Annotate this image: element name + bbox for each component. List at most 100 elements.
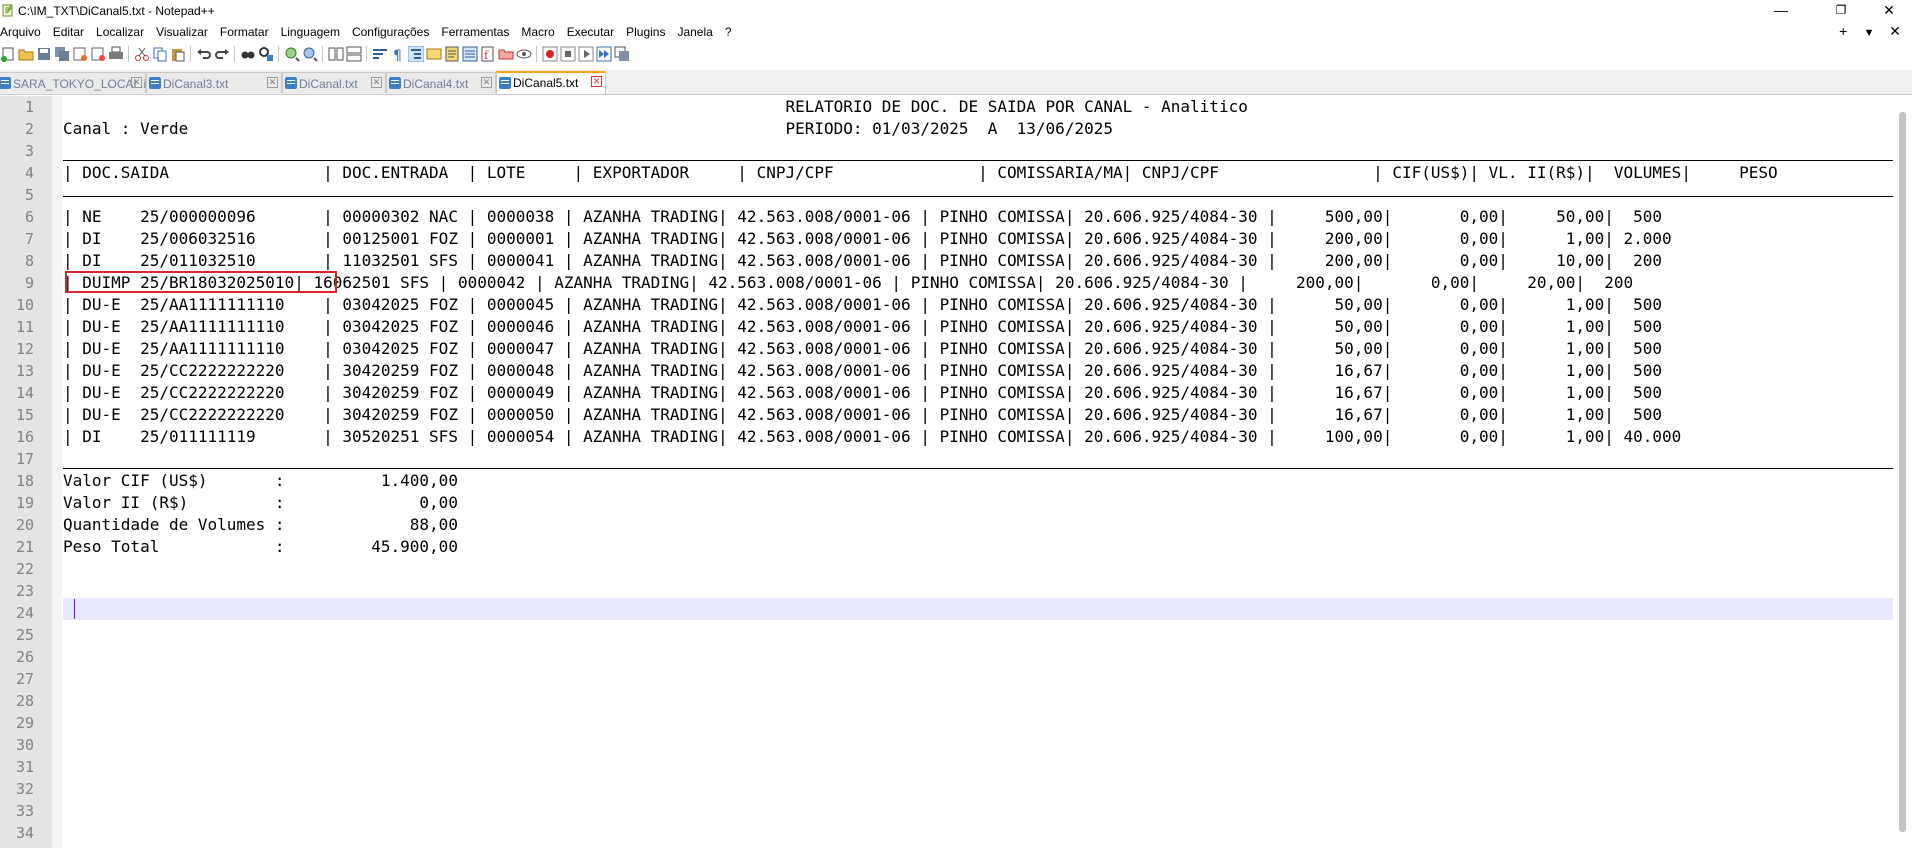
- close-document-button[interactable]: ✕: [1884, 23, 1906, 40]
- line-number: 27: [15, 670, 34, 688]
- svg-text:¶: ¶: [393, 48, 402, 62]
- tab-label: DiCanal3.txt: [163, 77, 229, 91]
- menu-item[interactable]: Visualizar: [156, 25, 208, 39]
- record-macro-icon[interactable]: [542, 46, 558, 62]
- tab-dicanal3-txt[interactable]: DiCanal3.txt ✕: [146, 72, 282, 93]
- tab-dicanal5-txt[interactable]: DiCanal5.txt ✕: [496, 71, 606, 94]
- user-defined-language-icon[interactable]: [426, 46, 442, 62]
- title-bar: C:\IM_TXT\DiCanal5.txt - Notepad++ — ❐ ✕: [0, 0, 1912, 22]
- menu-item[interactable]: Localizar: [96, 25, 144, 39]
- menu-item[interactable]: Arquivo: [0, 25, 41, 39]
- vertical-scrollbar[interactable]: [1894, 96, 1912, 848]
- menu-item[interactable]: Ferramentas: [441, 25, 509, 39]
- editor-area[interactable]: 1 2 3 4 5 6 7 8 9 10 11 12 13 14 15 16 17 18 19 20 21 22 23 24 2…: [0, 96, 1912, 848]
- zoom-out-icon[interactable]: [302, 46, 318, 62]
- restore-button[interactable]: ❐: [1818, 0, 1864, 22]
- line-number: 31: [15, 758, 34, 776]
- text-line: | DU-E 25/CC2222222220 | 30420259 FOZ | …: [63, 405, 1663, 424]
- replace-icon[interactable]: [258, 46, 274, 62]
- indent-guide-icon[interactable]: [408, 46, 424, 62]
- stop-recording-icon[interactable]: [560, 46, 576, 62]
- tab-dicanal-txt[interactable]: DiCanal.txt ✕: [282, 72, 386, 93]
- tab-close-icon[interactable]: ✕: [371, 77, 382, 88]
- text-line: | DI 25/011111119 | 30520251 SFS | 00000…: [63, 427, 1682, 446]
- cut-icon[interactable]: [134, 46, 150, 62]
- find-icon[interactable]: [240, 46, 256, 62]
- menu-bar-right-controls: + ▼ ✕: [1832, 23, 1906, 40]
- new-file-icon[interactable]: [0, 46, 16, 62]
- menu-item[interactable]: Macro: [521, 25, 554, 39]
- line-number: 6: [24, 208, 34, 226]
- menu-item[interactable]: Formatar: [220, 25, 269, 39]
- print-icon[interactable]: [108, 46, 124, 62]
- folder-as-workspace-icon[interactable]: [498, 46, 514, 62]
- copy-icon[interactable]: [152, 46, 168, 62]
- text-line: | DI 25/011032510 | 11032501 SFS | 00000…: [63, 251, 1663, 270]
- menu-item[interactable]: Janela: [677, 25, 712, 39]
- file-icon: [285, 77, 297, 89]
- text-content[interactable]: RELATORIO DE DOC. DE SAIDA POR CANAL - A…: [63, 96, 1893, 848]
- menu-item[interactable]: Executar: [567, 25, 614, 39]
- line-number: 16: [15, 428, 34, 446]
- tab-dicanal4-txt[interactable]: DiCanal4.txt ✕: [386, 72, 496, 93]
- word-wrap-icon[interactable]: [372, 46, 388, 62]
- menu-item[interactable]: Editar: [53, 25, 84, 39]
- toolbar-separator: [322, 46, 323, 62]
- tab-label: DiCanal5.txt: [513, 76, 579, 90]
- tab-label: DiCanal.txt: [299, 77, 358, 91]
- tab-sara-tokyo-local-ini[interactable]: SARA_TOKYO_LOCAL.ini ✕: [0, 72, 156, 93]
- tab-label: DiCanal4.txt: [403, 77, 469, 91]
- menu-item[interactable]: ?: [725, 25, 732, 39]
- run-macro-multiple-icon[interactable]: [596, 46, 612, 62]
- toolbar-separator: [190, 46, 191, 62]
- text-line: | DI 25/006032516 | 00125001 FOZ | 00000…: [63, 229, 1672, 248]
- menu-item[interactable]: Linguagem: [281, 25, 340, 39]
- sync-vertical-scroll-icon[interactable]: [328, 46, 344, 62]
- line-number: 13: [15, 362, 34, 380]
- text-caret: [74, 599, 75, 619]
- text-line: | DU-E 25/AA1111111110 | 03042025 FOZ | …: [63, 339, 1663, 358]
- tab-close-icon[interactable]: ✕: [131, 77, 142, 88]
- save-macro-icon[interactable]: [614, 46, 630, 62]
- open-file-icon[interactable]: [18, 46, 34, 62]
- tab-close-icon[interactable]: ✕: [267, 77, 278, 88]
- save-all-icon[interactable]: [54, 46, 70, 62]
- line-number: 25: [15, 626, 34, 644]
- minimize-button[interactable]: —: [1758, 0, 1804, 22]
- playback-macro-icon[interactable]: [578, 46, 594, 62]
- close-all-icon[interactable]: [90, 46, 106, 62]
- sync-horizontal-scroll-icon[interactable]: [346, 46, 362, 62]
- document-map-icon[interactable]: [444, 46, 460, 62]
- menu-item[interactable]: Plugins: [626, 25, 665, 39]
- line-number: 29: [15, 714, 34, 732]
- line-number: 17: [15, 450, 34, 468]
- save-icon[interactable]: [36, 46, 52, 62]
- line-number: 1: [24, 98, 34, 116]
- show-all-characters-icon[interactable]: ¶: [390, 46, 406, 62]
- file-icon: [0, 77, 11, 89]
- line-number: 3: [24, 142, 34, 160]
- menu-bar: Arquivo Editar Localizar Visualizar Formatar…: [0, 22, 1912, 42]
- paste-icon[interactable]: [170, 46, 186, 62]
- function-list-icon[interactable]: f: [480, 46, 496, 62]
- zoom-in-icon[interactable]: [284, 46, 300, 62]
- line-number: 7: [24, 230, 34, 248]
- document-list-icon[interactable]: [462, 46, 478, 62]
- tab-close-icon[interactable]: ✕: [591, 76, 602, 87]
- line-number: 34: [15, 824, 34, 842]
- toolbar-separator: [234, 46, 235, 62]
- vertical-scrollbar-thumb[interactable]: [1899, 112, 1906, 832]
- redo-icon[interactable]: [214, 46, 230, 62]
- undo-icon[interactable]: [196, 46, 212, 62]
- close-file-icon[interactable]: [72, 46, 88, 62]
- new-tab-plus-button[interactable]: +: [1832, 23, 1854, 39]
- menu-item[interactable]: Configurações: [352, 25, 429, 39]
- tab-list-dropdown-button[interactable]: ▼: [1858, 27, 1880, 39]
- fold-margin[interactable]: [52, 96, 62, 848]
- line-number: 10: [15, 296, 34, 314]
- line-number: 2: [24, 120, 34, 138]
- notepadpp-app-icon: [2, 4, 13, 17]
- close-window-button[interactable]: ✕: [1866, 0, 1912, 22]
- monitoring-eye-icon[interactable]: [516, 46, 532, 62]
- tab-close-icon[interactable]: ✕: [481, 77, 492, 88]
